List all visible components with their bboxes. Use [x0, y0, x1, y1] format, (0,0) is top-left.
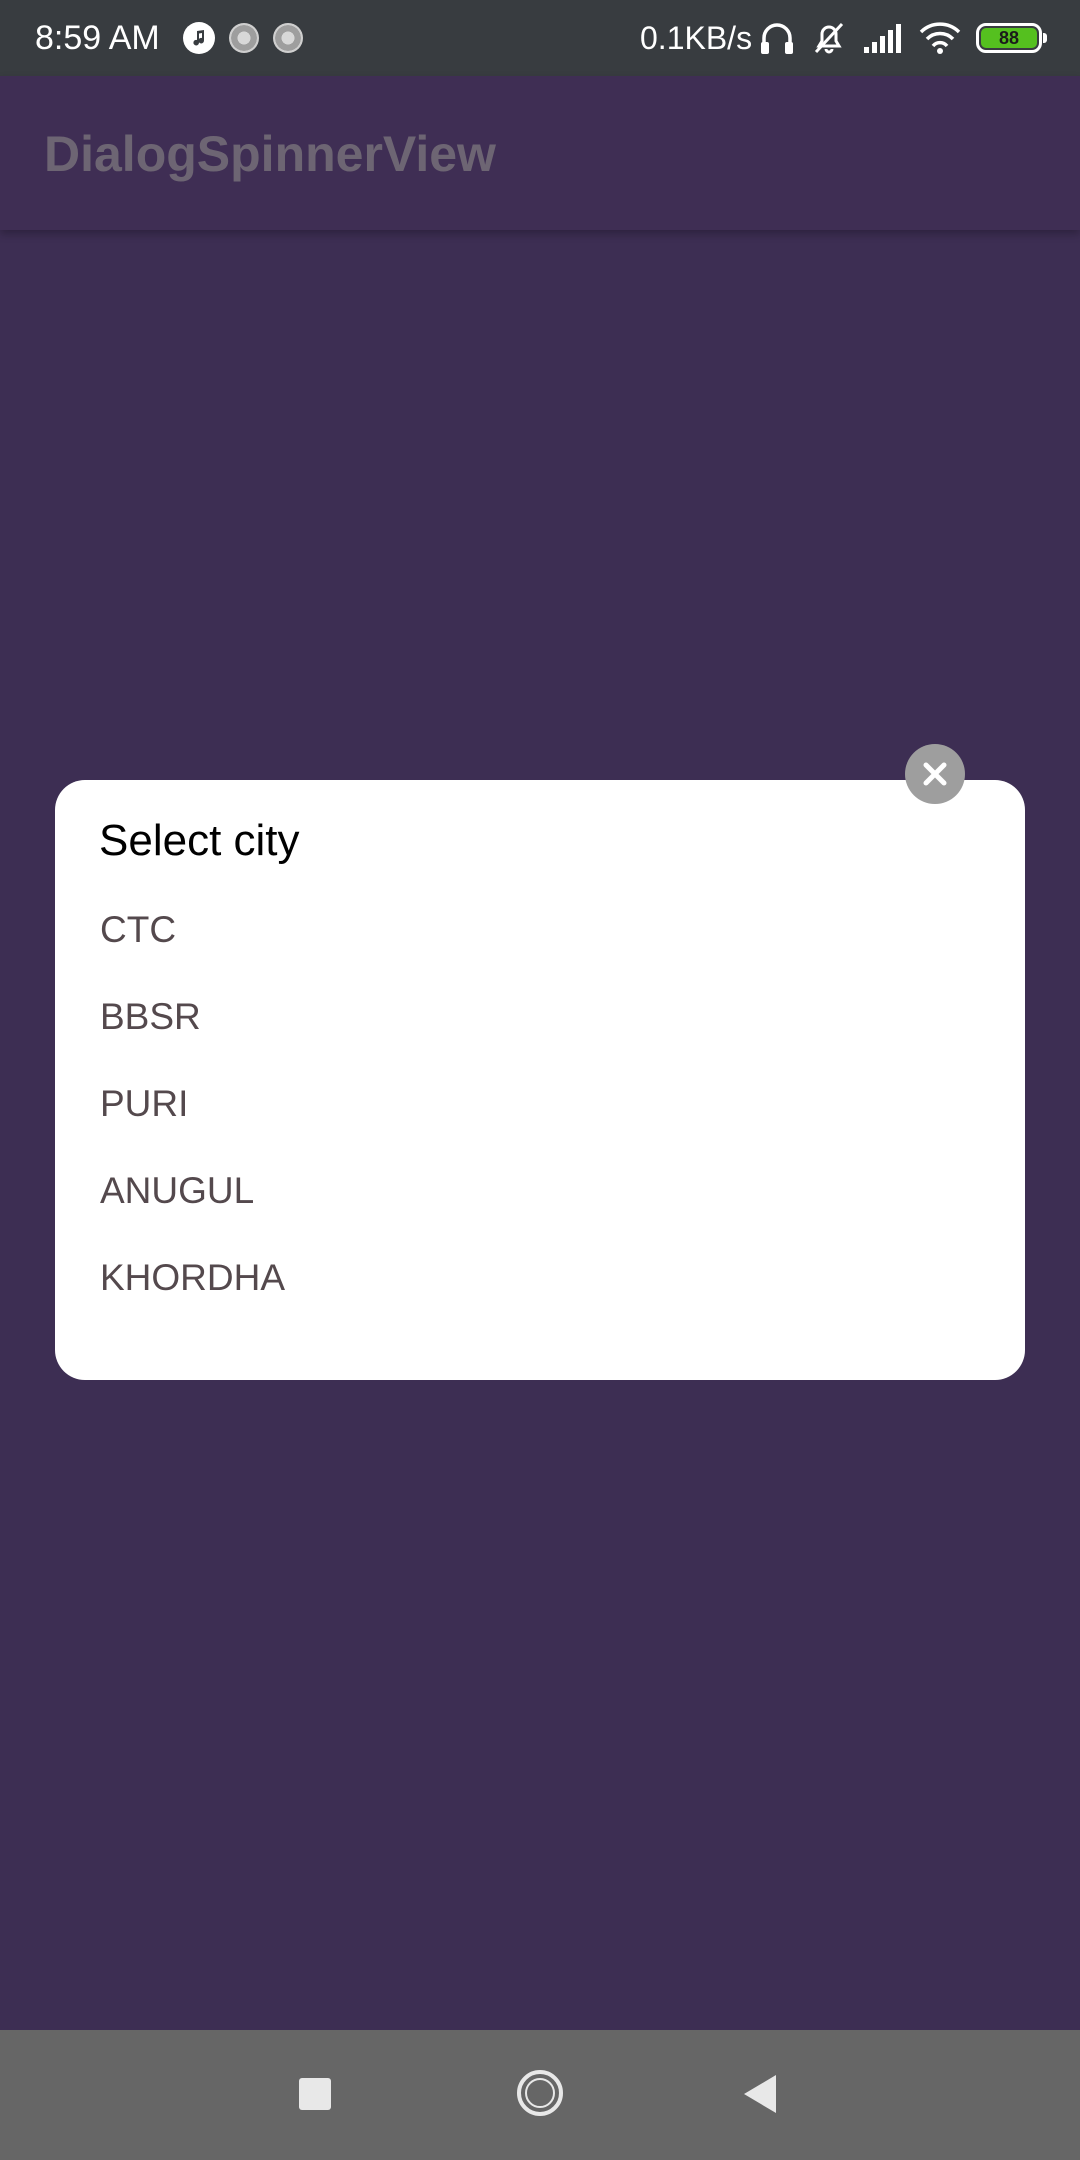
back-icon[interactable]: [744, 2075, 776, 2113]
wifi-icon: [919, 22, 961, 54]
dialog-title: Select city: [99, 816, 300, 865]
app-title: DialogSpinnerView: [44, 126, 496, 182]
city-item-ctc[interactable]: CTC: [100, 905, 285, 992]
loading-icon: [229, 23, 259, 53]
mute-icon: [814, 22, 844, 54]
app-bar: DialogSpinnerView: [0, 76, 1080, 230]
city-list: CTC BBSR PURI ANUGUL KHORDHA: [100, 905, 285, 1340]
status-bar: 8:59 AM 0.1KB/s 88: [0, 0, 1080, 76]
screen: 8:59 AM 0.1KB/s 88 DialogSpinnerView Sel…: [0, 0, 1080, 2160]
battery-icon: 88: [976, 23, 1047, 53]
loading-icon: [273, 23, 303, 53]
network-speed: 0.1KB/s: [640, 20, 753, 56]
status-system-icons: 88: [758, 18, 1047, 58]
battery-level: 88: [981, 28, 1037, 48]
headphones-icon: [761, 23, 793, 54]
city-item-khordha[interactable]: KHORDHA: [100, 1253, 285, 1340]
recents-icon[interactable]: [299, 2078, 331, 2110]
navigation-bar: [0, 2030, 1080, 2160]
city-item-puri[interactable]: PURI: [100, 1079, 285, 1166]
city-item-bbsr[interactable]: BBSR: [100, 992, 285, 1079]
city-item-anugul[interactable]: ANUGUL: [100, 1166, 285, 1253]
signal-icon: [864, 24, 901, 53]
music-icon: [183, 22, 215, 54]
close-dialog-button[interactable]: [905, 744, 965, 804]
status-time: 8:59 AM: [35, 19, 160, 57]
close-icon: [923, 762, 947, 786]
home-icon[interactable]: [517, 2070, 563, 2116]
select-city-dialog: Select city CTC BBSR PURI ANUGUL KHORDHA: [55, 780, 1025, 1380]
status-notification-icons: [183, 20, 303, 56]
